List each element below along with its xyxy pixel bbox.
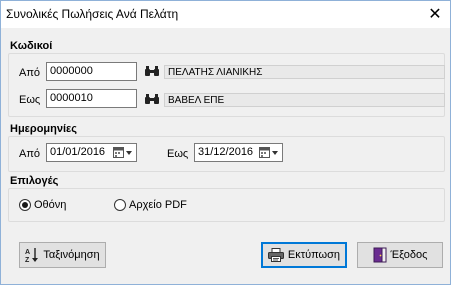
date-from-value: 01/01/2016	[50, 146, 106, 158]
binoculars-icon[interactable]	[145, 66, 159, 76]
dialog-window: Συνολικές Πωλήσεις Ανά Πελάτη ✕ Κωδικοί …	[0, 0, 451, 285]
title-bar: Συνολικές Πωλήσεις Ανά Πελάτη ✕	[1, 1, 450, 28]
radio-screen-dot[interactable]	[19, 199, 31, 211]
svg-text:A: A	[25, 249, 30, 256]
print-button-label: Εκτύπωση	[287, 249, 341, 261]
sort-button[interactable]: A Z Ταξινόμηση	[19, 242, 106, 268]
date-to-picker[interactable]: 31/12/2016	[194, 143, 283, 162]
exit-door-icon	[373, 247, 387, 263]
close-icon: ✕	[428, 6, 442, 23]
codes-section-title: Κωδικοί	[10, 40, 53, 52]
radio-pdf-label: Αρχείο PDF	[129, 199, 187, 211]
sort-button-label: Ταξινόμηση	[43, 249, 100, 261]
codes-from-label: Από	[19, 67, 41, 79]
close-button[interactable]: ✕	[420, 1, 450, 27]
options-group	[8, 188, 445, 222]
date-to-value: 31/12/2016	[198, 146, 254, 158]
sort-az-icon: A Z	[25, 248, 39, 263]
options-section-title: Επιλογές	[10, 175, 59, 187]
window-title: Συνολικές Πωλήσεις Ανά Πελάτη	[6, 7, 179, 21]
radio-pdf[interactable]: Αρχείο PDF	[114, 199, 187, 211]
codes-to-label: Εως	[19, 94, 41, 106]
code-from-input[interactable]: 0000000	[46, 62, 137, 81]
dates-to-label: Εως	[167, 148, 189, 160]
code-to-name: ΒΑΒΕΛ ΕΠΕ	[164, 93, 445, 107]
svg-text:Z: Z	[25, 257, 30, 263]
dates-from-label: Από	[19, 148, 41, 160]
binoculars-icon[interactable]	[145, 94, 159, 104]
dates-section-title: Ημερομηνίες	[10, 123, 77, 135]
radio-pdf-dot[interactable]	[114, 199, 126, 211]
code-to-input[interactable]: 0000010	[46, 89, 137, 108]
radio-screen-label: Οθόνη	[34, 199, 67, 211]
date-from-picker[interactable]: 01/01/2016	[46, 143, 137, 162]
exit-button[interactable]: Έξοδος	[357, 242, 443, 268]
calendar-icon[interactable]	[113, 146, 133, 159]
calendar-icon[interactable]	[259, 146, 279, 159]
radio-screen[interactable]: Οθόνη	[19, 199, 66, 211]
print-button[interactable]: Εκτύπωση	[261, 242, 347, 268]
printer-icon	[267, 248, 284, 262]
code-from-name: ΠΕΛΑΤΗΣ ΛΙΑΝΙΚΗΣ	[164, 65, 445, 79]
exit-button-label: Έξοδος	[390, 249, 428, 261]
